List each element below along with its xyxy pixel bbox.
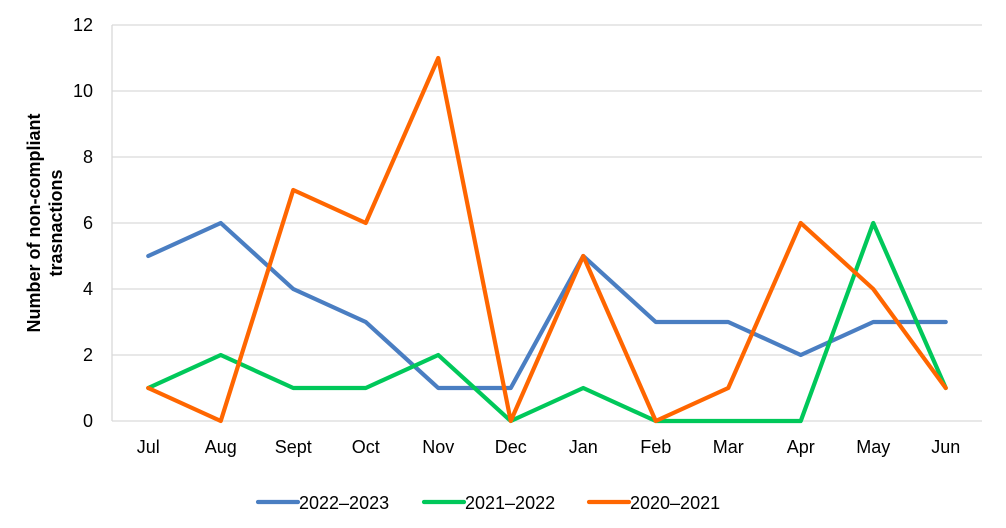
legend-label: 2021–2022 — [465, 493, 555, 513]
y-tick-label: 0 — [83, 411, 93, 431]
legend-label: 2022–2023 — [299, 493, 389, 513]
y-tick-label: 8 — [83, 147, 93, 167]
x-tick-label: Feb — [640, 437, 671, 457]
legend: 2022–2023 2021–2022 2020–2021 — [255, 493, 720, 513]
x-tick-label: May — [856, 437, 890, 457]
y-axis-label-line-1: Number of non-compliant — [24, 114, 44, 333]
x-tick-label: Mar — [713, 437, 744, 457]
series-line-2020–2021 — [146, 55, 948, 424]
x-tick-label: Jul — [137, 437, 160, 457]
x-tick-label: Dec — [495, 437, 527, 457]
y-axis-label: Number of non-compliant trasnactions — [24, 114, 66, 333]
gridlines — [111, 24, 982, 422]
x-axis-ticks: Jul Aug Sept Oct Nov Dec Jan Feb Mar Apr May Jun — [137, 437, 961, 457]
y-tick-label: 10 — [73, 81, 93, 101]
legend-label: 2020–2021 — [630, 493, 720, 513]
x-tick-label: Oct — [352, 437, 380, 457]
x-tick-label: Sept — [275, 437, 312, 457]
x-tick-label: Jun — [931, 437, 960, 457]
line-chart: 0 2 4 6 8 10 12 Jul Aug Sept Oct Nov Dec Jan Feb Mar Ap… — [24, 15, 982, 513]
y-tick-label: 6 — [83, 213, 93, 233]
x-tick-label: Jan — [569, 437, 598, 457]
series-lines — [146, 55, 948, 424]
y-axis-ticks: 0 2 4 6 8 10 12 — [73, 15, 93, 431]
y-tick-label: 12 — [73, 15, 93, 35]
x-tick-label: Aug — [205, 437, 237, 457]
x-tick-label: Nov — [422, 437, 454, 457]
x-tick-label: Apr — [787, 437, 815, 457]
y-tick-label: 4 — [83, 279, 93, 299]
y-axis-label-line-2: trasnactions — [46, 169, 66, 276]
y-tick-label: 2 — [83, 345, 93, 365]
